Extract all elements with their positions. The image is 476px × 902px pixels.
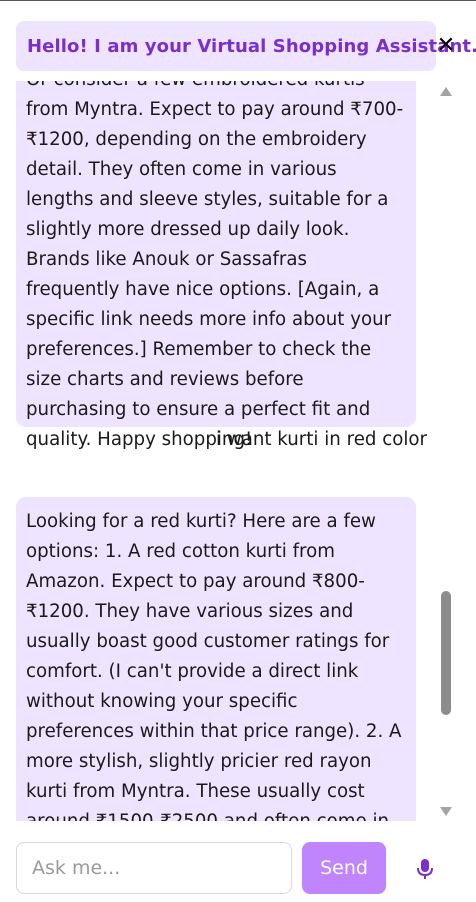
message-scrollbar[interactable] xyxy=(437,81,455,821)
assistant-message: Or consider a few embroidered kurtis fro… xyxy=(16,81,416,450)
scroll-down-arrow-icon[interactable] xyxy=(440,807,452,816)
scrollbar-thumb[interactable] xyxy=(441,591,451,715)
chat-input-bar: Send xyxy=(0,821,476,902)
close-icon[interactable]: ✕ xyxy=(436,35,456,57)
send-button[interactable]: Send xyxy=(302,842,386,894)
scroll-up-arrow-icon[interactable] xyxy=(440,87,452,96)
message-input[interactable] xyxy=(16,842,292,894)
chat-header: Hello! I am your Virtual Shopping Assist… xyxy=(16,21,476,71)
assistant-message: Looking for a red kurti? Here are a few … xyxy=(16,497,416,821)
chat-title: Hello! I am your Virtual Shopping Assist… xyxy=(27,35,476,57)
microphone-icon[interactable] xyxy=(416,858,434,880)
user-message: i want kurti in red color xyxy=(216,429,427,450)
message-list[interactable]: Or consider a few embroidered kurtis fro… xyxy=(0,81,476,821)
chat-window: Hello! I am your Virtual Shopping Assist… xyxy=(0,0,476,902)
